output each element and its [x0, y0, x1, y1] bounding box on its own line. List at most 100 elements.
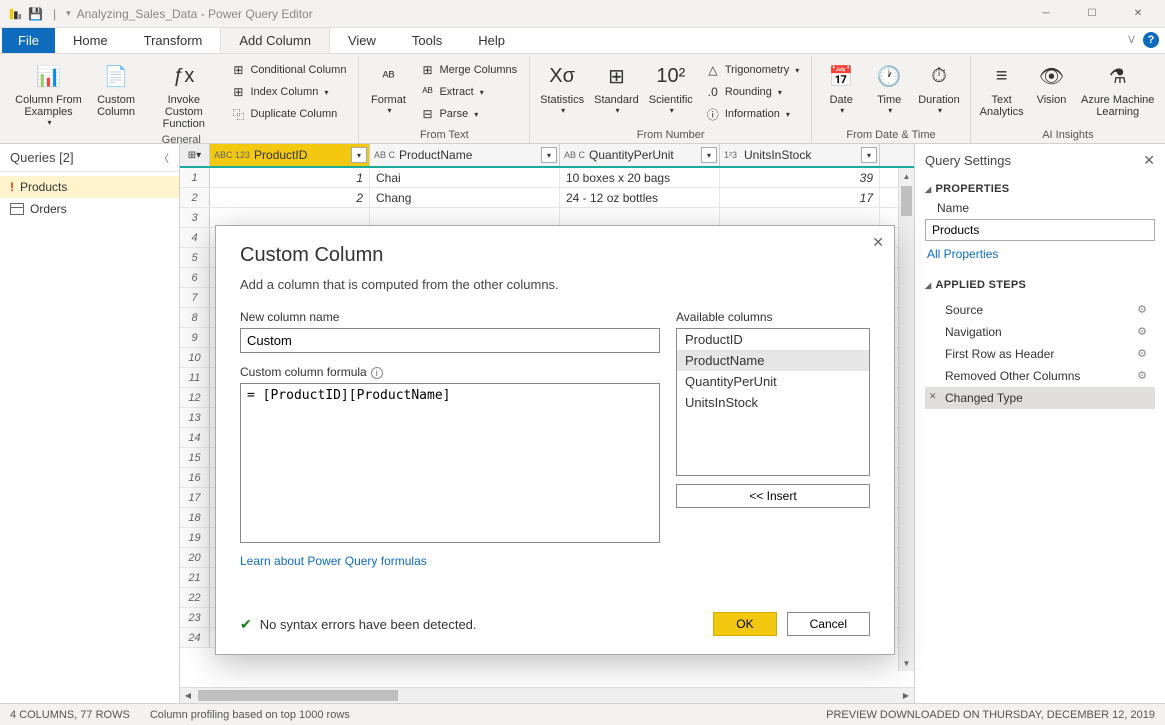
- scroll-thumb-v[interactable]: [901, 186, 912, 216]
- properties-section-header[interactable]: PROPERTIES: [925, 177, 1155, 199]
- info-icon[interactable]: i: [371, 367, 383, 379]
- row-number: 2: [180, 188, 210, 207]
- scroll-right-icon[interactable]: ▶: [898, 688, 914, 703]
- vertical-scrollbar[interactable]: ▲ ▼: [898, 168, 914, 671]
- maximize-button[interactable]: ☐: [1069, 0, 1115, 28]
- date-button[interactable]: 📅Date▾: [818, 58, 864, 127]
- merge-columns-button[interactable]: ⊞Merge Columns: [415, 60, 521, 80]
- cell[interactable]: Chang: [370, 188, 560, 207]
- filter-dropdown-icon[interactable]: ▾: [861, 147, 877, 163]
- insert-button[interactable]: << Insert: [676, 484, 870, 508]
- ok-button[interactable]: OK: [713, 612, 776, 636]
- query-item[interactable]: Orders: [0, 198, 179, 220]
- tab-file[interactable]: File: [2, 28, 55, 53]
- tab-home[interactable]: Home: [55, 28, 126, 53]
- duplicate-column-button[interactable]: ⿻Duplicate Column: [226, 104, 350, 124]
- cancel-button[interactable]: Cancel: [787, 612, 870, 636]
- query-item[interactable]: !Products: [0, 176, 179, 198]
- available-columns-list[interactable]: ProductIDProductNameQuantityPerUnitUnits…: [676, 328, 870, 476]
- gear-icon[interactable]: ⚙: [1137, 325, 1147, 339]
- time-button[interactable]: 🕐Time▾: [866, 58, 912, 127]
- filter-dropdown-icon[interactable]: ▾: [701, 147, 717, 163]
- rounding-button[interactable]: .0Rounding▾: [701, 82, 803, 102]
- filter-dropdown-icon[interactable]: ▾: [351, 147, 367, 163]
- applied-step[interactable]: Removed Other Columns⚙: [925, 365, 1155, 387]
- available-column-item[interactable]: QuantityPerUnit: [677, 371, 869, 392]
- trigonometry-button[interactable]: △Trigonometry▾: [701, 60, 803, 80]
- scroll-thumb-h[interactable]: [198, 690, 398, 701]
- dialog-close-icon[interactable]: ✕: [872, 234, 884, 251]
- query-name-input[interactable]: [925, 219, 1155, 241]
- column-header[interactable]: AB CQuantityPerUnit▾: [560, 144, 720, 166]
- column-from-examples-button[interactable]: 📊Column From Examples▾: [10, 58, 87, 132]
- tab-add-column[interactable]: Add Column: [220, 27, 330, 53]
- text-analytics-button[interactable]: ≡Text Analytics: [977, 58, 1027, 127]
- scientific-button[interactable]: 10²Scientific▾: [645, 58, 697, 127]
- settings-close-icon[interactable]: ✕: [1143, 152, 1155, 169]
- cell[interactable]: Chai: [370, 168, 560, 187]
- extract-button[interactable]: ᴬᴮExtract▾: [415, 82, 521, 102]
- all-properties-link[interactable]: All Properties: [927, 247, 1155, 261]
- collapse-ribbon-icon[interactable]: ᐯ: [1128, 35, 1135, 46]
- custom-column-button[interactable]: 📄Custom Column: [89, 58, 143, 132]
- collapse-queries-icon[interactable]: 〈: [159, 150, 169, 165]
- statistics-button[interactable]: ΧσStatistics▾: [536, 58, 588, 127]
- applied-step[interactable]: Source⚙: [925, 299, 1155, 321]
- formula-input[interactable]: [240, 383, 660, 543]
- grid-corner[interactable]: ⊞▾: [180, 144, 210, 166]
- filter-dropdown-icon[interactable]: ▾: [541, 147, 557, 163]
- close-button[interactable]: ✕: [1115, 0, 1161, 28]
- cell[interactable]: 2: [210, 188, 370, 207]
- invoke-custom-function-button[interactable]: ƒxInvoke Custom Function: [145, 58, 222, 132]
- applied-step[interactable]: Navigation⚙: [925, 321, 1155, 343]
- type-icon[interactable]: 1²3: [724, 150, 740, 160]
- column-header[interactable]: 1²3UnitsInStock▾: [720, 144, 880, 166]
- scroll-left-icon[interactable]: ◀: [180, 688, 196, 703]
- vision-button[interactable]: 👁Vision: [1028, 58, 1074, 127]
- new-column-name-input[interactable]: [240, 328, 660, 353]
- column-header[interactable]: ABC 123ProductID▾: [210, 144, 370, 166]
- tab-transform[interactable]: Transform: [126, 28, 221, 53]
- help-icon[interactable]: ?: [1143, 32, 1159, 48]
- conditional-column-button[interactable]: ⊞Conditional Column: [226, 60, 350, 80]
- gear-icon[interactable]: ⚙: [1137, 347, 1147, 361]
- available-column-item[interactable]: ProductName: [677, 350, 869, 371]
- available-column-item[interactable]: ProductID: [677, 329, 869, 350]
- available-column-item[interactable]: UnitsInStock: [677, 392, 869, 413]
- scroll-down-icon[interactable]: ▼: [899, 655, 914, 671]
- applied-steps-section-header[interactable]: APPLIED STEPS: [925, 273, 1155, 295]
- standard-button[interactable]: ⊞Standard▾: [590, 58, 643, 127]
- table-row[interactable]: 22Chang24 - 12 oz bottles17: [180, 188, 914, 208]
- type-icon[interactable]: AB C: [564, 150, 585, 160]
- information-button[interactable]: ⓘInformation▾: [701, 104, 803, 124]
- table-row[interactable]: 11Chai10 boxes x 20 bags39: [180, 168, 914, 188]
- row-number: 1: [180, 168, 210, 187]
- applied-step[interactable]: Changed Type: [925, 387, 1155, 409]
- type-icon[interactable]: AB C: [374, 150, 395, 160]
- qat-dropdown-icon[interactable]: ▾: [66, 8, 71, 19]
- azure-ml-button[interactable]: ⚗Azure Machine Learning: [1076, 58, 1159, 127]
- cell[interactable]: 39: [720, 168, 880, 187]
- cell[interactable]: 24 - 12 oz bottles: [560, 188, 720, 207]
- save-icon[interactable]: 💾: [28, 7, 43, 21]
- minimize-button[interactable]: ─: [1023, 0, 1069, 28]
- index-column-button[interactable]: ⊞Index Column▾: [226, 82, 350, 102]
- tab-tools[interactable]: Tools: [394, 28, 460, 53]
- gear-icon[interactable]: ⚙: [1137, 369, 1147, 383]
- cell[interactable]: 1: [210, 168, 370, 187]
- format-button[interactable]: ᴬᴮFormat▾: [365, 58, 411, 127]
- gear-icon[interactable]: ⚙: [1137, 303, 1147, 317]
- cell[interactable]: 10 boxes x 20 bags: [560, 168, 720, 187]
- applied-step[interactable]: First Row as Header⚙: [925, 343, 1155, 365]
- horizontal-scrollbar[interactable]: ◀ ▶: [180, 687, 914, 703]
- tab-view[interactable]: View: [330, 28, 394, 53]
- scroll-up-icon[interactable]: ▲: [899, 168, 914, 184]
- parse-button[interactable]: ⊟Parse▾: [415, 104, 521, 124]
- learn-formulas-link[interactable]: Learn about Power Query formulas: [240, 554, 660, 568]
- column-header[interactable]: AB CProductName▾: [370, 144, 560, 166]
- tab-help[interactable]: Help: [460, 28, 523, 53]
- cell[interactable]: 17: [720, 188, 880, 207]
- type-icon[interactable]: ABC 123: [214, 150, 250, 160]
- row-number: 17: [180, 488, 210, 507]
- duration-button[interactable]: ⏱Duration▾: [914, 58, 964, 127]
